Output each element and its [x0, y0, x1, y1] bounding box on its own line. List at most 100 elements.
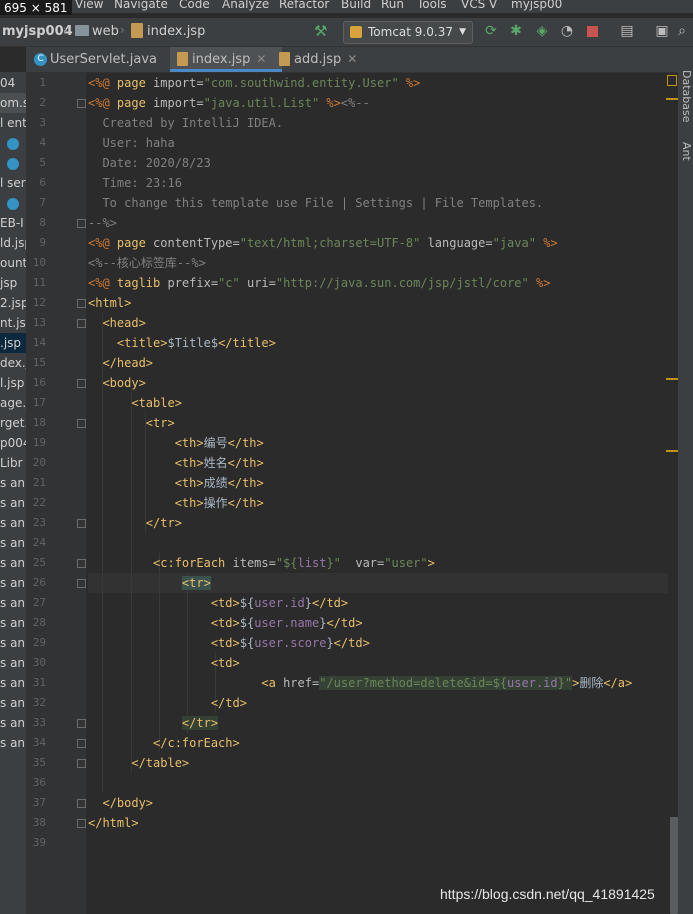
code-token: </head> — [102, 356, 154, 370]
fold-toggle-icon[interactable] — [77, 299, 86, 308]
project-tree-item[interactable]: s an — [0, 713, 25, 733]
vertical-scrollbar[interactable] — [670, 817, 678, 914]
fold-toggle-icon[interactable] — [77, 739, 86, 748]
code-token: <%@ — [88, 276, 117, 290]
menu-item[interactable]: VCS — [461, 0, 485, 10]
fold-toggle-icon[interactable] — [77, 759, 86, 768]
fold-toggle-icon[interactable] — [77, 319, 86, 328]
tab-add-jsp[interactable]: add.jsp ✕ — [272, 47, 384, 72]
code-token: <%@ — [88, 76, 117, 90]
fold-toggle-icon[interactable] — [77, 559, 86, 568]
tab-userservlet-java[interactable]: C UserServlet.java — [28, 47, 168, 72]
menu-item[interactable]: myjsp00 — [511, 0, 562, 10]
project-tree-item[interactable]: .jsp — [0, 333, 26, 353]
fold-toggle-icon[interactable] — [77, 719, 86, 728]
error-stripe-mark[interactable] — [666, 98, 678, 100]
fold-toggle-icon[interactable] — [77, 379, 86, 388]
project-tree-item[interactable]: rget. — [0, 413, 26, 433]
project-tree-item[interactable]: Libr — [0, 453, 23, 473]
project-tree-item[interactable]: s an — [0, 573, 25, 593]
project-tree-item[interactable]: l ent — [0, 113, 26, 133]
code-line: User: haha — [88, 133, 174, 153]
database-tool-button[interactable]: Database — [680, 70, 693, 123]
fold-toggle-icon[interactable] — [77, 419, 86, 428]
ant-tool-button[interactable]: Ant — [680, 142, 693, 161]
menu-item[interactable]: Refactor — [279, 0, 329, 10]
project-tree-item[interactable]: s an — [0, 473, 25, 493]
project-tree-item[interactable]: om.sc — [0, 93, 26, 113]
menu-item[interactable]: Code — [179, 0, 210, 10]
project-tree-item[interactable]: s an — [0, 673, 25, 693]
project-tree-item[interactable]: ount.j — [0, 253, 26, 273]
project-tree-item[interactable]: ld.jsp — [0, 233, 26, 253]
menu-item[interactable]: Build — [341, 0, 371, 10]
project-tree-item[interactable] — [0, 193, 19, 213]
fold-toggle-icon[interactable] — [77, 799, 86, 808]
project-tree-item[interactable] — [0, 133, 19, 153]
folder-icon — [75, 25, 89, 36]
fold-toggle-icon[interactable] — [77, 219, 86, 228]
project-tree-item[interactable]: 04 — [0, 73, 15, 93]
project-tree-item[interactable]: s an — [0, 633, 25, 653]
project-tree-item[interactable]: s an — [0, 653, 25, 673]
menu-item[interactable]: Tools — [417, 0, 447, 10]
code-token: %> — [535, 236, 558, 250]
project-tree-item[interactable]: s an — [0, 613, 25, 633]
code-line: </tr> — [88, 713, 219, 733]
search-icon[interactable]: ⌕ — [674, 23, 690, 39]
project-tree-item[interactable]: s an — [0, 733, 25, 753]
fold-toggle-icon[interactable] — [77, 519, 86, 528]
project-tree-item[interactable]: s an — [0, 493, 25, 513]
code-token: </th> — [227, 496, 264, 510]
project-tree-item[interactable] — [0, 153, 19, 173]
close-icon[interactable]: ✕ — [347, 52, 357, 66]
line-number: 24 — [32, 536, 46, 549]
menu-item[interactable]: Run — [381, 0, 404, 10]
error-stripe-mark[interactable] — [666, 450, 678, 452]
debug-bug-icon[interactable]: ✱ — [508, 23, 524, 39]
code-token: } — [326, 636, 334, 650]
project-tree-item[interactable]: l.jsp — [0, 373, 24, 393]
tab-index-jsp[interactable]: index.jsp ✕ — [170, 47, 282, 72]
menu-item[interactable]: Analyze — [222, 0, 269, 10]
close-icon[interactable]: ✕ — [256, 52, 266, 66]
menu-item[interactable]: Navigate — [114, 0, 168, 10]
error-stripe-mark[interactable] — [666, 378, 678, 380]
project-tree-item[interactable]: s an — [0, 533, 25, 553]
terminal-icon[interactable]: ▣ — [654, 23, 670, 39]
code-token: }" — [557, 676, 573, 690]
project-tree-item[interactable]: 2.jsp — [0, 293, 26, 313]
project-tree-label: om.sc — [0, 96, 26, 110]
stop-icon[interactable] — [587, 26, 598, 37]
rerun-icon[interactable]: ⟳ — [483, 23, 499, 39]
build-hammer-icon[interactable]: ⚒ — [314, 22, 327, 40]
coverage-shield-icon[interactable]: ◈ — [534, 23, 550, 39]
project-tree-item[interactable]: s an — [0, 553, 25, 573]
fold-toggle-icon[interactable] — [77, 579, 86, 588]
project-tree-item[interactable]: EB-I — [0, 213, 24, 233]
project-tree-item[interactable]: age.j — [0, 393, 26, 413]
project-tree-item[interactable]: s an — [0, 513, 25, 533]
project-tree-item[interactable]: p004 — [0, 433, 26, 453]
project-tree-item[interactable]: l ser — [0, 173, 26, 193]
run-configuration-label: Tomcat 9.0.37 — [368, 25, 453, 39]
menu-item[interactable]: View — [75, 0, 103, 10]
project-tree-item[interactable]: nt.jsp — [0, 313, 26, 333]
fold-toggle-icon[interactable] — [77, 99, 86, 108]
project-tool-window[interactable]: 04 om.sc l ent l ser EB-I ld.jsp ount.j jsp 2.js… — [0, 72, 26, 914]
project-tree-item[interactable]: dex.js — [0, 353, 26, 373]
project-tree-item[interactable]: s an — [0, 593, 25, 613]
menu-item[interactable]: V — [489, 0, 497, 10]
profile-icon[interactable]: ◔ — [559, 23, 575, 39]
inspection-warning-icon[interactable] — [667, 75, 677, 86]
breadcrumb-file[interactable]: index.jsp — [147, 24, 205, 39]
project-structure-icon[interactable]: ▤ — [619, 23, 635, 39]
breadcrumb-folder[interactable]: web — [92, 24, 119, 39]
line-number: 19 — [32, 436, 46, 449]
run-configuration-select[interactable]: Tomcat 9.0.37 ▼ — [343, 21, 473, 44]
project-tree-item[interactable]: s an — [0, 693, 25, 713]
code-line: <body> — [88, 373, 145, 393]
project-tree-item[interactable]: jsp — [0, 273, 17, 293]
fold-toggle-icon[interactable] — [77, 819, 86, 828]
